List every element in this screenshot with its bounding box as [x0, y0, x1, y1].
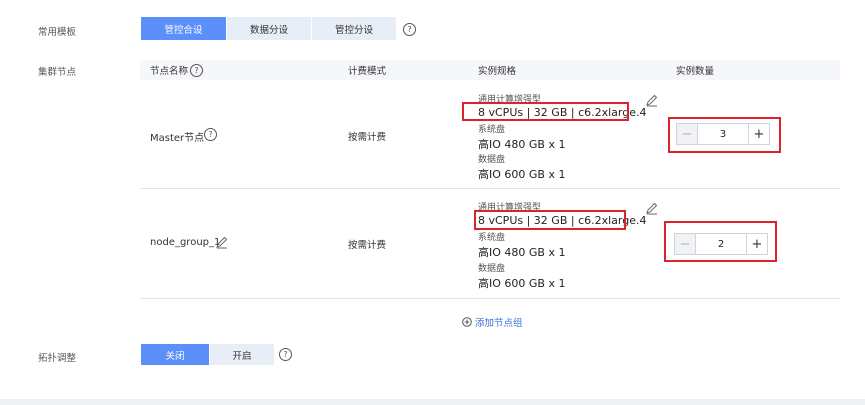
- help-circle-icon[interactable]: ?: [403, 23, 416, 36]
- template-option-control-separate[interactable]: 管控分设: [312, 17, 396, 40]
- row-divider: [140, 188, 840, 189]
- billing-mode: 按需计费: [348, 132, 387, 143]
- plus-circle-icon: [462, 317, 472, 327]
- cluster-label: 集群节点: [38, 67, 77, 78]
- data-disk-label: 数据盘: [478, 155, 506, 165]
- add-node-group-text: 添加节点组: [475, 318, 523, 329]
- template-option-data-separate[interactable]: 数据分设: [227, 17, 311, 40]
- pencil-icon[interactable]: [215, 235, 229, 249]
- topology-label: 拓扑调整: [38, 353, 77, 364]
- template-label: 常用模板: [38, 27, 77, 38]
- billing-mode: 按需计费: [348, 240, 387, 251]
- header-node-name-text: 节点名称: [150, 66, 189, 77]
- node-name: node_group_1: [150, 237, 221, 248]
- pencil-icon[interactable]: [645, 201, 659, 215]
- sys-disk-value: 高IO 480 GB x 1: [478, 246, 566, 259]
- sys-disk-label: 系统盘: [478, 125, 506, 135]
- header-node-name: 节点名称: [150, 60, 189, 80]
- row-divider: [140, 298, 840, 299]
- data-disk-value: 高IO 600 GB x 1: [478, 277, 566, 290]
- header-billing: 计费模式: [348, 60, 387, 80]
- help-circle-icon[interactable]: ?: [204, 128, 217, 141]
- count-highlight-box: [664, 221, 777, 262]
- help-circle-icon[interactable]: ?: [279, 348, 292, 361]
- header-count: 实例数量: [676, 60, 715, 80]
- add-node-group-link[interactable]: 添加节点组: [462, 315, 523, 329]
- sys-disk-value: 高IO 480 GB x 1: [478, 138, 566, 151]
- data-disk-label: 数据盘: [478, 264, 506, 274]
- template-option-combined[interactable]: 管控合设: [141, 17, 226, 40]
- topology-option-off[interactable]: 关闭: [141, 344, 209, 365]
- spec-highlight-box: [474, 210, 626, 230]
- node-name: Master节点: [150, 133, 205, 144]
- pencil-icon[interactable]: [645, 93, 659, 107]
- help-circle-icon[interactable]: ?: [190, 64, 203, 77]
- sys-disk-label: 系统盘: [478, 233, 506, 243]
- data-disk-value: 高IO 600 GB x 1: [478, 168, 566, 181]
- count-highlight-box: [668, 117, 781, 153]
- header-spec: 实例规格: [478, 60, 517, 80]
- topology-option-on[interactable]: 开启: [210, 344, 274, 365]
- spec-highlight-box: [462, 102, 629, 121]
- bottom-bar: [0, 399, 865, 405]
